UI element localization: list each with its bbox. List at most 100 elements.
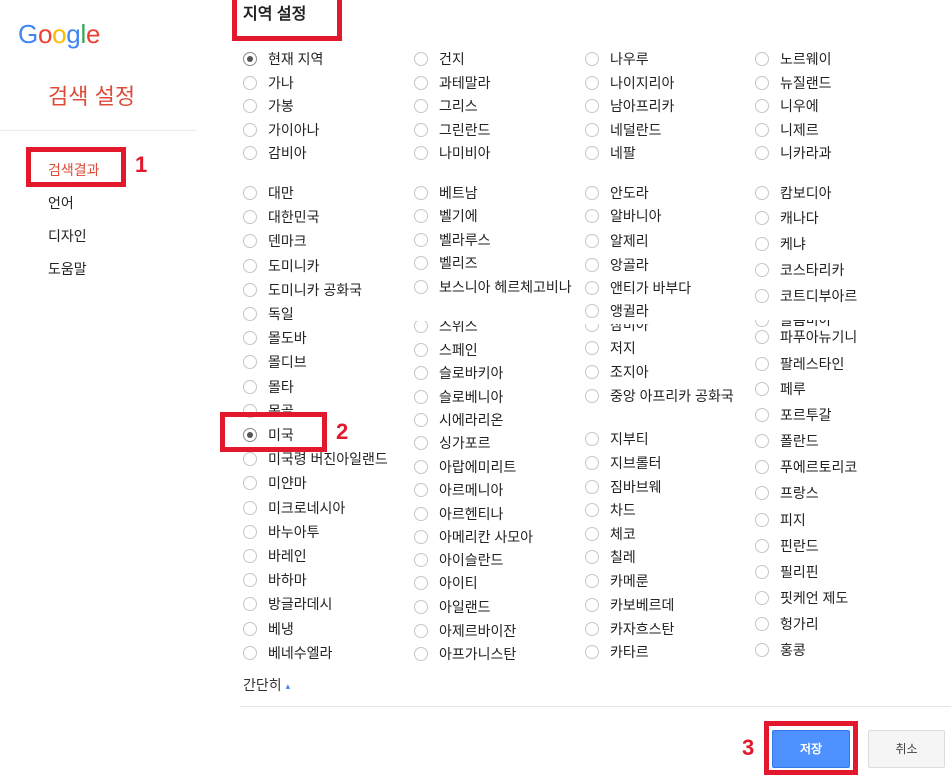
region-option[interactable]: 피지 [755,511,916,529]
radio-icon[interactable] [755,382,769,396]
radio-icon[interactable] [243,549,257,563]
radio-icon[interactable] [755,408,769,422]
radio-icon[interactable] [755,460,769,474]
region-option[interactable]: 나미비아 [414,144,575,162]
radio-icon[interactable] [755,591,769,605]
region-option[interactable]: 도미니카 [243,257,404,275]
radio-icon[interactable] [755,99,769,113]
collapse-link[interactable]: 간단히 ▴ [243,676,290,695]
region-option[interactable]: 가봉 [243,97,404,115]
region-option[interactable]: 대만 [243,184,404,202]
region-option[interactable]: 니제르 [755,121,916,139]
radio-icon[interactable] [585,432,599,446]
radio-checked-icon[interactable] [243,52,257,66]
region-option[interactable]: 차드 [585,501,746,519]
radio-icon[interactable] [585,146,599,160]
region-option[interactable]: 덴마크 [243,232,404,250]
region-option[interactable]: 그린란드 [414,121,575,139]
region-option[interactable]: 스위스 [414,320,575,335]
radio-icon[interactable] [755,486,769,500]
radio-icon[interactable] [585,99,599,113]
region-option[interactable]: 벨기에 [414,207,575,225]
radio-icon[interactable] [414,624,428,638]
radio-icon[interactable] [585,76,599,90]
region-option[interactable]: 앵귈라 [585,302,746,320]
radio-icon[interactable] [243,501,257,515]
radio-icon[interactable] [414,553,428,567]
region-option[interactable]: 지브롤터 [585,454,746,472]
radio-icon[interactable] [243,99,257,113]
radio-icon[interactable] [414,186,428,200]
radio-icon[interactable] [585,234,599,248]
region-option[interactable]: 남아프리카 [585,97,746,115]
radio-icon[interactable] [755,643,769,657]
region-option[interactable]: 아메리칸 사모아 [414,528,575,546]
radio-icon[interactable] [414,647,428,661]
region-option[interactable]: 코스타리카 [755,261,916,279]
region-option[interactable]: 미국령 버진아일랜드 [243,450,404,468]
radio-icon[interactable] [755,146,769,160]
region-option[interactable]: 네덜란드 [585,121,746,139]
radio-icon[interactable] [243,331,257,345]
radio-icon[interactable] [414,413,428,427]
radio-icon[interactable] [585,341,599,355]
radio-icon[interactable] [414,390,428,404]
radio-icon[interactable] [414,280,428,294]
region-option[interactable]: 체코 [585,525,746,543]
region-option[interactable]: 캐나다 [755,209,916,227]
radio-icon[interactable] [585,645,599,659]
radio-icon[interactable] [585,550,599,564]
region-option[interactable]: 슬로베니아 [414,388,575,406]
region-option[interactable]: 과테말라 [414,74,575,92]
radio-icon[interactable] [243,573,257,587]
region-option[interactable]: 코트디부아르 [755,287,916,305]
region-option[interactable]: 푸에르토리코 [755,458,916,476]
radio-icon[interactable] [755,565,769,579]
radio-icon[interactable] [755,263,769,277]
radio-icon[interactable] [585,389,599,403]
radio-icon[interactable] [243,380,257,394]
region-option[interactable]: 아프가니스탄 [414,645,575,663]
region-option[interactable]: 아이슬란드 [414,551,575,569]
radio-icon[interactable] [243,597,257,611]
radio-icon[interactable] [585,324,599,332]
region-option[interactable]: 바하마 [243,571,404,589]
region-option[interactable]: 아이티 [414,574,575,592]
radio-icon[interactable] [414,76,428,90]
region-option[interactable]: 앤티가 바부다 [585,279,746,297]
region-option[interactable]: 칠레 [585,548,746,566]
radio-icon[interactable] [414,483,428,497]
region-option[interactable]: 지부티 [585,430,746,448]
region-option[interactable]: 독일 [243,305,404,323]
region-option[interactable]: 짐바브웨 [585,478,746,496]
region-option[interactable]: 알제리 [585,232,746,250]
radio-icon[interactable] [414,507,428,521]
region-option[interactable]: 벨라루스 [414,231,575,249]
radio-icon[interactable] [755,320,769,327]
radio-icon[interactable] [243,186,257,200]
region-option[interactable]: 그리스 [414,97,575,115]
region-option[interactable]: 아랍에미리트 [414,458,575,476]
radio-icon[interactable] [755,513,769,527]
radio-icon[interactable] [585,503,599,517]
region-option[interactable]: 바누아투 [243,523,404,541]
radio-icon[interactable] [414,576,428,590]
region-option[interactable]: 도미니카 공화국 [243,281,404,299]
region-option[interactable]: 팔레스타인 [755,355,916,373]
region-option[interactable]: 미크로네시아 [243,499,404,517]
region-option[interactable]: 몰도바 [243,329,404,347]
radio-icon[interactable] [755,330,769,344]
region-option[interactable]: 대한민국 [243,208,404,226]
radio-icon[interactable] [755,539,769,553]
region-option[interactable]: 안도라 [585,184,746,202]
radio-icon[interactable] [243,307,257,321]
region-option[interactable]: 노르웨이 [755,50,916,68]
radio-icon[interactable] [243,525,257,539]
radio-icon[interactable] [414,460,428,474]
radio-icon[interactable] [243,622,257,636]
region-option[interactable]: 슬로바키아 [414,364,575,382]
region-option[interactable]: 건지 [414,50,575,68]
region-option[interactable]: 베냉 [243,620,404,638]
radio-icon[interactable] [585,258,599,272]
radio-icon[interactable] [585,365,599,379]
